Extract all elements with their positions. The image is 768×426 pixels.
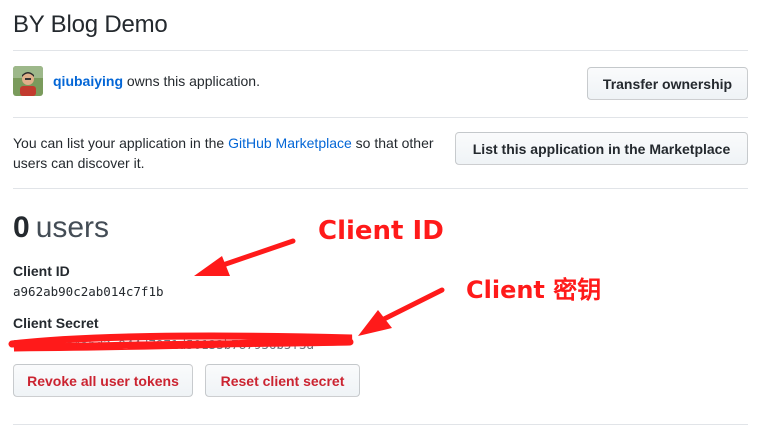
client-secret-arrow	[358, 287, 445, 336]
client-id-annotation: Client ID	[318, 216, 444, 246]
revoke-all-user-tokens-button[interactable]: Revoke all user tokens	[13, 364, 193, 397]
annotation-layer	[8, 238, 445, 352]
divider	[13, 424, 748, 425]
secret-redaction-scribble	[8, 332, 354, 352]
client-secret-annotation: Client 密钥	[466, 276, 602, 304]
reset-client-secret-button[interactable]: Reset client secret	[205, 364, 360, 397]
client-id-arrow	[194, 238, 296, 276]
